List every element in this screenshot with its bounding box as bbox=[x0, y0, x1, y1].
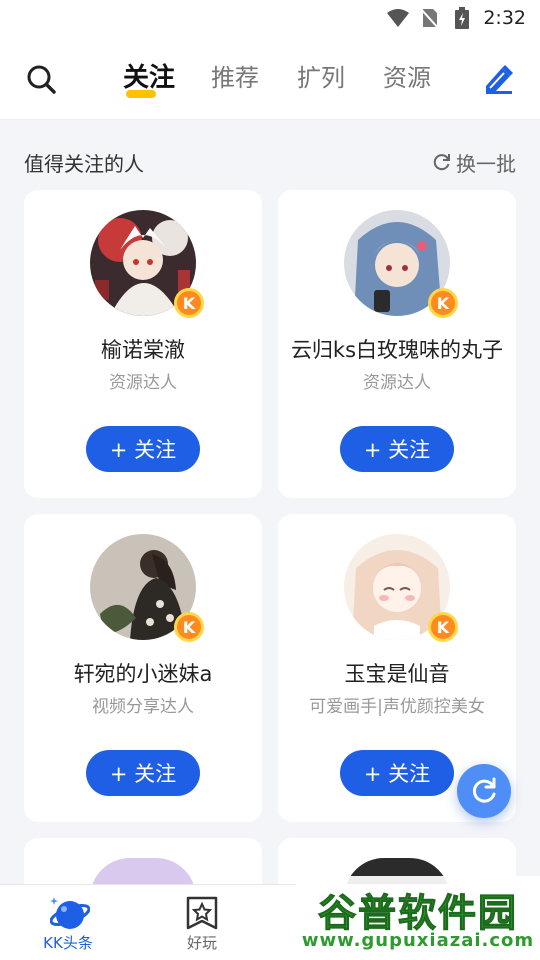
nav-tabs: 关注 推荐 扩列 资源 bbox=[106, 58, 450, 98]
tab-expand[interactable]: 扩列 bbox=[278, 58, 364, 98]
avatar-wrap: K bbox=[344, 534, 458, 642]
user-card[interactable]: K 轩宛的小迷妹a 视频分享达人 + 关注 bbox=[24, 514, 262, 822]
edit-post-icon[interactable] bbox=[482, 62, 516, 96]
refresh-icon bbox=[433, 154, 450, 171]
refresh-batch-button[interactable]: 换一批 bbox=[432, 148, 516, 177]
planet-icon bbox=[49, 895, 91, 931]
status-time: 2:32 bbox=[483, 7, 526, 29]
k-badge-icon: K bbox=[428, 288, 458, 318]
user-name: 云归ks白玫瑰味的丸子 bbox=[290, 338, 504, 362]
avatar-wrap: K bbox=[90, 210, 204, 318]
section-header: 值得关注的人 换一批 bbox=[24, 140, 516, 184]
tab-follow[interactable]: 关注 bbox=[106, 58, 192, 98]
tab-label: 扩列 bbox=[297, 64, 345, 92]
bottom-nav-label: 好玩 bbox=[186, 934, 217, 952]
user-name: 榆诺棠澈 bbox=[101, 338, 185, 362]
bottom-nav-label: KK头条 bbox=[43, 934, 93, 952]
tab-label: 资源 bbox=[383, 64, 431, 92]
user-name: 玉宝是仙音 bbox=[344, 662, 450, 686]
section-title: 值得关注的人 bbox=[24, 151, 144, 176]
user-card[interactable]: K 榆诺棠澈 资源达人 + 关注 bbox=[24, 190, 262, 498]
user-role: 资源达人 bbox=[363, 373, 431, 393]
tab-label: 关注 bbox=[122, 63, 175, 93]
k-badge-icon: K bbox=[428, 612, 458, 642]
tab-resources[interactable]: 资源 bbox=[364, 58, 450, 98]
tab-label: 推荐 bbox=[211, 64, 259, 92]
refresh-batch-label: 换一批 bbox=[456, 151, 516, 176]
follow-button[interactable]: + 关注 bbox=[86, 750, 200, 796]
refresh-icon bbox=[472, 777, 496, 803]
status-bar: 2:32 bbox=[0, 0, 540, 36]
no-sim-icon bbox=[419, 7, 441, 29]
search-icon[interactable] bbox=[24, 62, 58, 96]
star-bookmark-icon bbox=[184, 895, 220, 931]
follow-button[interactable]: + 关注 bbox=[86, 426, 200, 472]
k-badge-icon: K bbox=[174, 612, 204, 642]
bottom-nav-headlines[interactable]: KK头条 bbox=[14, 893, 122, 957]
avatar-wrap: K bbox=[90, 534, 204, 642]
bottom-nav-fun[interactable]: 好玩 bbox=[148, 893, 256, 957]
follow-button[interactable]: + 关注 bbox=[340, 426, 454, 472]
user-role: 可爱画手|声优颜控美女 bbox=[309, 697, 485, 717]
user-name: 轩宛的小迷妹a bbox=[73, 662, 213, 686]
avatar-wrap: K bbox=[344, 210, 458, 318]
follow-button[interactable]: + 关注 bbox=[340, 750, 454, 796]
k-badge-icon: K bbox=[174, 288, 204, 318]
wifi-icon bbox=[387, 7, 410, 29]
watermark-title: 谷普软件园 bbox=[317, 891, 518, 936]
user-role: 视频分享达人 bbox=[92, 697, 194, 717]
floating-refresh-button[interactable] bbox=[457, 764, 511, 818]
watermark-url: www.gupuxiazai.com bbox=[301, 930, 535, 951]
user-role: 资源达人 bbox=[109, 373, 177, 393]
watermark: 谷普软件园 www.gupuxiazai.com bbox=[296, 876, 540, 960]
tab-recommend[interactable]: 推荐 bbox=[192, 58, 278, 98]
user-card[interactable]: K 云归ks白玫瑰味的丸子 资源达人 + 关注 bbox=[278, 190, 516, 498]
battery-charging-icon bbox=[451, 7, 473, 29]
top-nav: 关注 推荐 扩列 资源 bbox=[0, 36, 540, 120]
